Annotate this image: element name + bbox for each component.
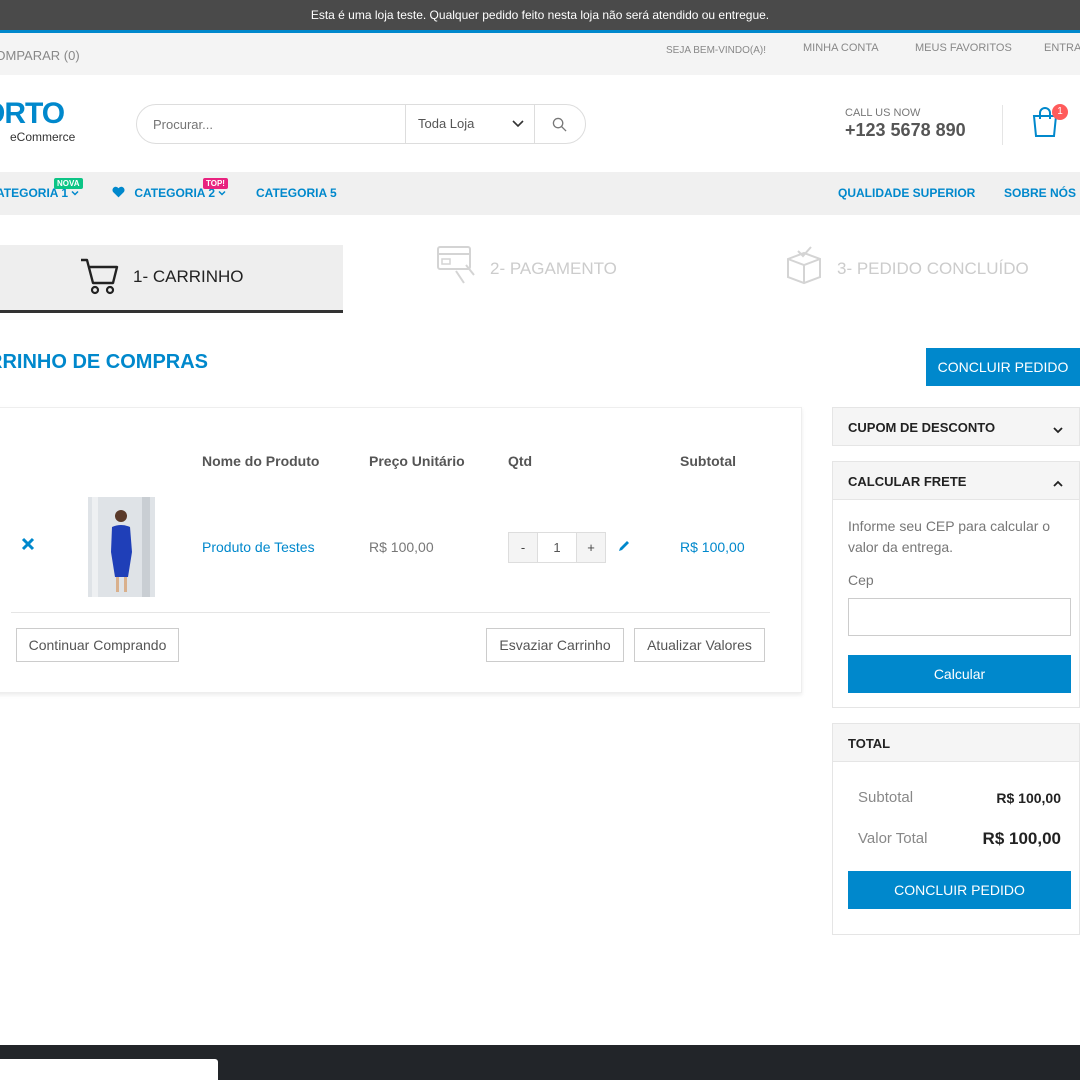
search-button[interactable]	[535, 105, 585, 143]
product-photo	[88, 497, 155, 597]
update-values-button[interactable]: Atualizar Valores	[634, 628, 765, 662]
divider	[11, 612, 770, 613]
freight-panel: CALCULAR FRETE Informe seu CEP para calc…	[832, 461, 1080, 708]
qty-decrease-button[interactable]: -	[509, 533, 538, 562]
nav-quality[interactable]: QUALIDADE SUPERIOR	[838, 186, 975, 200]
nav-category-1[interactable]: ATEGORIA 1 NOVA	[0, 178, 83, 200]
heart-icon	[112, 186, 125, 198]
nav-category-2[interactable]: CATEGORIA 2 TOP!	[112, 178, 228, 200]
pencil-icon	[619, 541, 629, 551]
totals-panel: TOTAL Subtotal R$ 100,00 Valor Total R$ …	[832, 723, 1080, 935]
total-value: R$ 100,00	[982, 829, 1061, 848]
welcome-text: SEJA BEM-VINDO(A)!	[666, 45, 767, 56]
step-cart-label: 1- CARRINHO	[133, 267, 244, 286]
chevron-down-icon	[218, 190, 226, 196]
cep-field[interactable]	[848, 598, 1071, 636]
chevron-down-icon	[71, 190, 79, 196]
chevron-down-icon	[512, 116, 524, 134]
continue-shopping-button[interactable]: Continuar Comprando	[16, 628, 179, 662]
top-tag: TOP!	[203, 178, 228, 189]
qty-input[interactable]: 1	[538, 533, 576, 562]
call-us: CALL US NOW +123 5678 890	[845, 107, 966, 141]
nav-about[interactable]: SOBRE NÓS	[1004, 186, 1076, 200]
search-bar: Toda Loja	[136, 104, 586, 144]
page-title: RRINHO DE COMPRAS	[0, 351, 209, 373]
main-nav: ATEGORIA 1 NOVA CATEGORIA 2 TOP! CATEGOR…	[0, 172, 1080, 215]
logo-main: ORTO	[0, 97, 65, 130]
coupon-title: CUPOM DE DESCONTO	[848, 420, 996, 435]
favorites-link[interactable]: MEUS FAVORITOS	[915, 42, 1012, 54]
coupon-header[interactable]: CUPOM DE DESCONTO	[833, 408, 1079, 445]
top-bar: COMPARAR (0) SEJA BEM-VINDO(A)! MINHA CO…	[0, 33, 1080, 75]
header-subtotal: Subtotal	[680, 453, 736, 469]
conclude-order-button-bottom[interactable]: CONCLUIR PEDIDO	[848, 871, 1071, 909]
freight-title: CALCULAR FRETE	[848, 474, 967, 489]
qty-increase-button[interactable]: +	[576, 533, 605, 562]
checkout-steps: 1- CARRINHO 2- PAGAMENTO 3- PEDIDO CONCL…	[0, 245, 1080, 315]
conclude-order-button[interactable]: CONCLUIR PEDIDO	[926, 348, 1080, 386]
header: ORTO eCommerce Toda Loja CALL US NOW +12…	[0, 75, 1080, 172]
row-subtotal: R$ 100,00	[680, 539, 745, 555]
header-qty: Qtd	[508, 453, 533, 469]
coupon-panel[interactable]: CUPOM DE DESCONTO	[832, 407, 1080, 446]
cart-table: Nome do Produto Preço Unitário Qtd Subto…	[0, 407, 802, 693]
compare-link[interactable]: COMPARAR (0)	[0, 48, 80, 63]
freight-header[interactable]: CALCULAR FRETE	[833, 462, 1079, 500]
nav-category-5[interactable]: CATEGORIA 5	[256, 186, 337, 200]
store-notice-text: Esta é uma loja teste. Qualquer pedido f…	[310, 8, 770, 22]
freight-description: Informe seu CEP para calcular o valor da…	[848, 518, 1051, 555]
my-account-link[interactable]: MINHA CONTA	[803, 42, 879, 54]
edit-item-button[interactable]	[617, 539, 631, 558]
subtotal-value: R$ 100,00	[996, 790, 1061, 806]
credit-card-icon	[437, 246, 475, 284]
cart-icon	[81, 258, 119, 295]
header-product-name: Nome do Produto	[202, 453, 320, 469]
footer	[0, 1045, 1080, 1080]
footer-tab	[0, 1059, 218, 1080]
search-icon	[552, 117, 567, 132]
logo[interactable]: ORTO eCommerce	[0, 97, 75, 145]
calculate-button[interactable]: Calcular	[848, 655, 1071, 693]
product-image[interactable]	[88, 497, 155, 597]
search-input[interactable]	[137, 105, 405, 143]
step-cart: 1- CARRINHO	[0, 245, 343, 313]
unit-price: R$ 100,00	[369, 539, 434, 555]
chevron-down-icon	[1053, 422, 1063, 440]
quantity-stepper: - 1 +	[508, 532, 606, 563]
step-payment-label: 2- PAGAMENTO	[490, 259, 617, 278]
package-check-icon	[787, 246, 821, 285]
chevron-up-icon	[1053, 476, 1063, 494]
totals-header: TOTAL	[833, 724, 1079, 762]
store-notice-bar: Esta é uma loja teste. Qualquer pedido f…	[0, 0, 1080, 33]
header-divider	[1002, 105, 1003, 145]
new-tag: NOVA	[54, 178, 83, 189]
step-done-label: 3- PEDIDO CONCLUÍDO	[837, 259, 1029, 278]
search-scope-select[interactable]: Toda Loja	[405, 105, 535, 143]
cart-button[interactable]: 1	[1030, 104, 1068, 143]
subtotal-label: Subtotal	[858, 789, 914, 806]
totals-title: TOTAL	[848, 736, 891, 751]
phone-number: +123 5678 890	[845, 120, 966, 140]
login-link[interactable]: ENTRA	[1044, 42, 1080, 54]
cep-label: Cep	[848, 572, 874, 588]
close-icon	[21, 537, 35, 551]
product-name-link[interactable]: Produto de Testes	[202, 539, 315, 555]
header-unit-price: Preço Unitário	[369, 453, 465, 469]
call-us-label: CALL US NOW	[845, 107, 921, 119]
logo-sub: eCommerce	[10, 130, 76, 144]
search-scope-value: Toda Loja	[418, 116, 475, 131]
cart-count-badge: 1	[1052, 104, 1068, 120]
empty-cart-button[interactable]: Esvaziar Carrinho	[486, 628, 624, 662]
total-label: Valor Total	[858, 830, 928, 847]
remove-item-button[interactable]	[21, 537, 35, 556]
